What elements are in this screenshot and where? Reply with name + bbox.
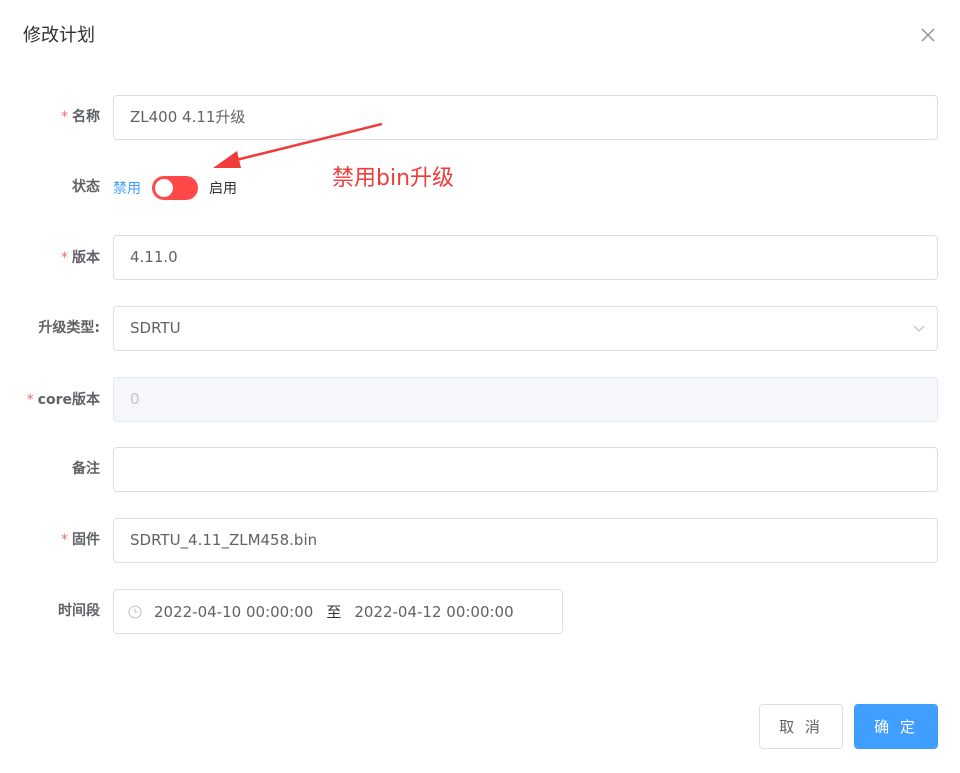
clock-icon [128,604,142,619]
firmware-label: * 固件 [61,530,100,550]
required-mark: * [61,109,68,125]
dialog-title: 修改计划 [23,25,95,46]
status-inactive-text[interactable]: 禁用 [113,178,141,198]
required-mark: * [61,532,68,548]
firmware-input[interactable]: SDRTU_4.11_ZLM458.bin [113,518,938,563]
time-range-label: 时间段 [58,603,100,619]
cancel-button[interactable]: 取 消 [759,704,843,749]
core-version-label-text: core版本 [37,392,100,408]
name-label: * 名称 [61,107,100,127]
required-mark: * [61,250,68,266]
status-toggle[interactable] [152,176,198,200]
remark-label: 备注 [72,461,100,477]
upgrade-type-select[interactable]: SDRTU [113,306,938,351]
close-icon[interactable] [918,25,938,45]
time-range-picker[interactable]: 2022-04-10 00:00:00 至 2022-04-12 00:00:0… [113,589,563,634]
chevron-down-icon [913,325,925,332]
version-input[interactable]: 4.11.0 [113,235,938,280]
range-separator: 至 [326,603,342,621]
required-mark: * [26,392,34,408]
annotation-text: 禁用bin升级 [332,166,455,191]
name-label-text: 名称 [72,109,100,125]
remark-input[interactable] [113,447,938,492]
edit-plan-dialog: 修改计划 * 名称 ZL400 4.11升级 状态 禁用 启用 禁用bin升级 *… [0,0,960,773]
upgrade-type-value: SDRTU [130,319,181,337]
range-start[interactable]: 2022-04-10 00:00:00 [154,603,313,621]
core-version-label: * core版本 [27,390,100,410]
confirm-button[interactable]: 确 定 [854,704,938,749]
firmware-label-text: 固件 [72,532,100,548]
upgrade-type-label: 升级类型: [38,320,100,336]
range-end[interactable]: 2022-04-12 00:00:00 [354,603,513,621]
version-label-text: 版本 [72,250,100,266]
version-label: * 版本 [61,248,100,268]
toggle-knob [155,179,173,197]
status-label: 状态 [72,179,100,195]
core-version-input: 0 [113,377,938,422]
